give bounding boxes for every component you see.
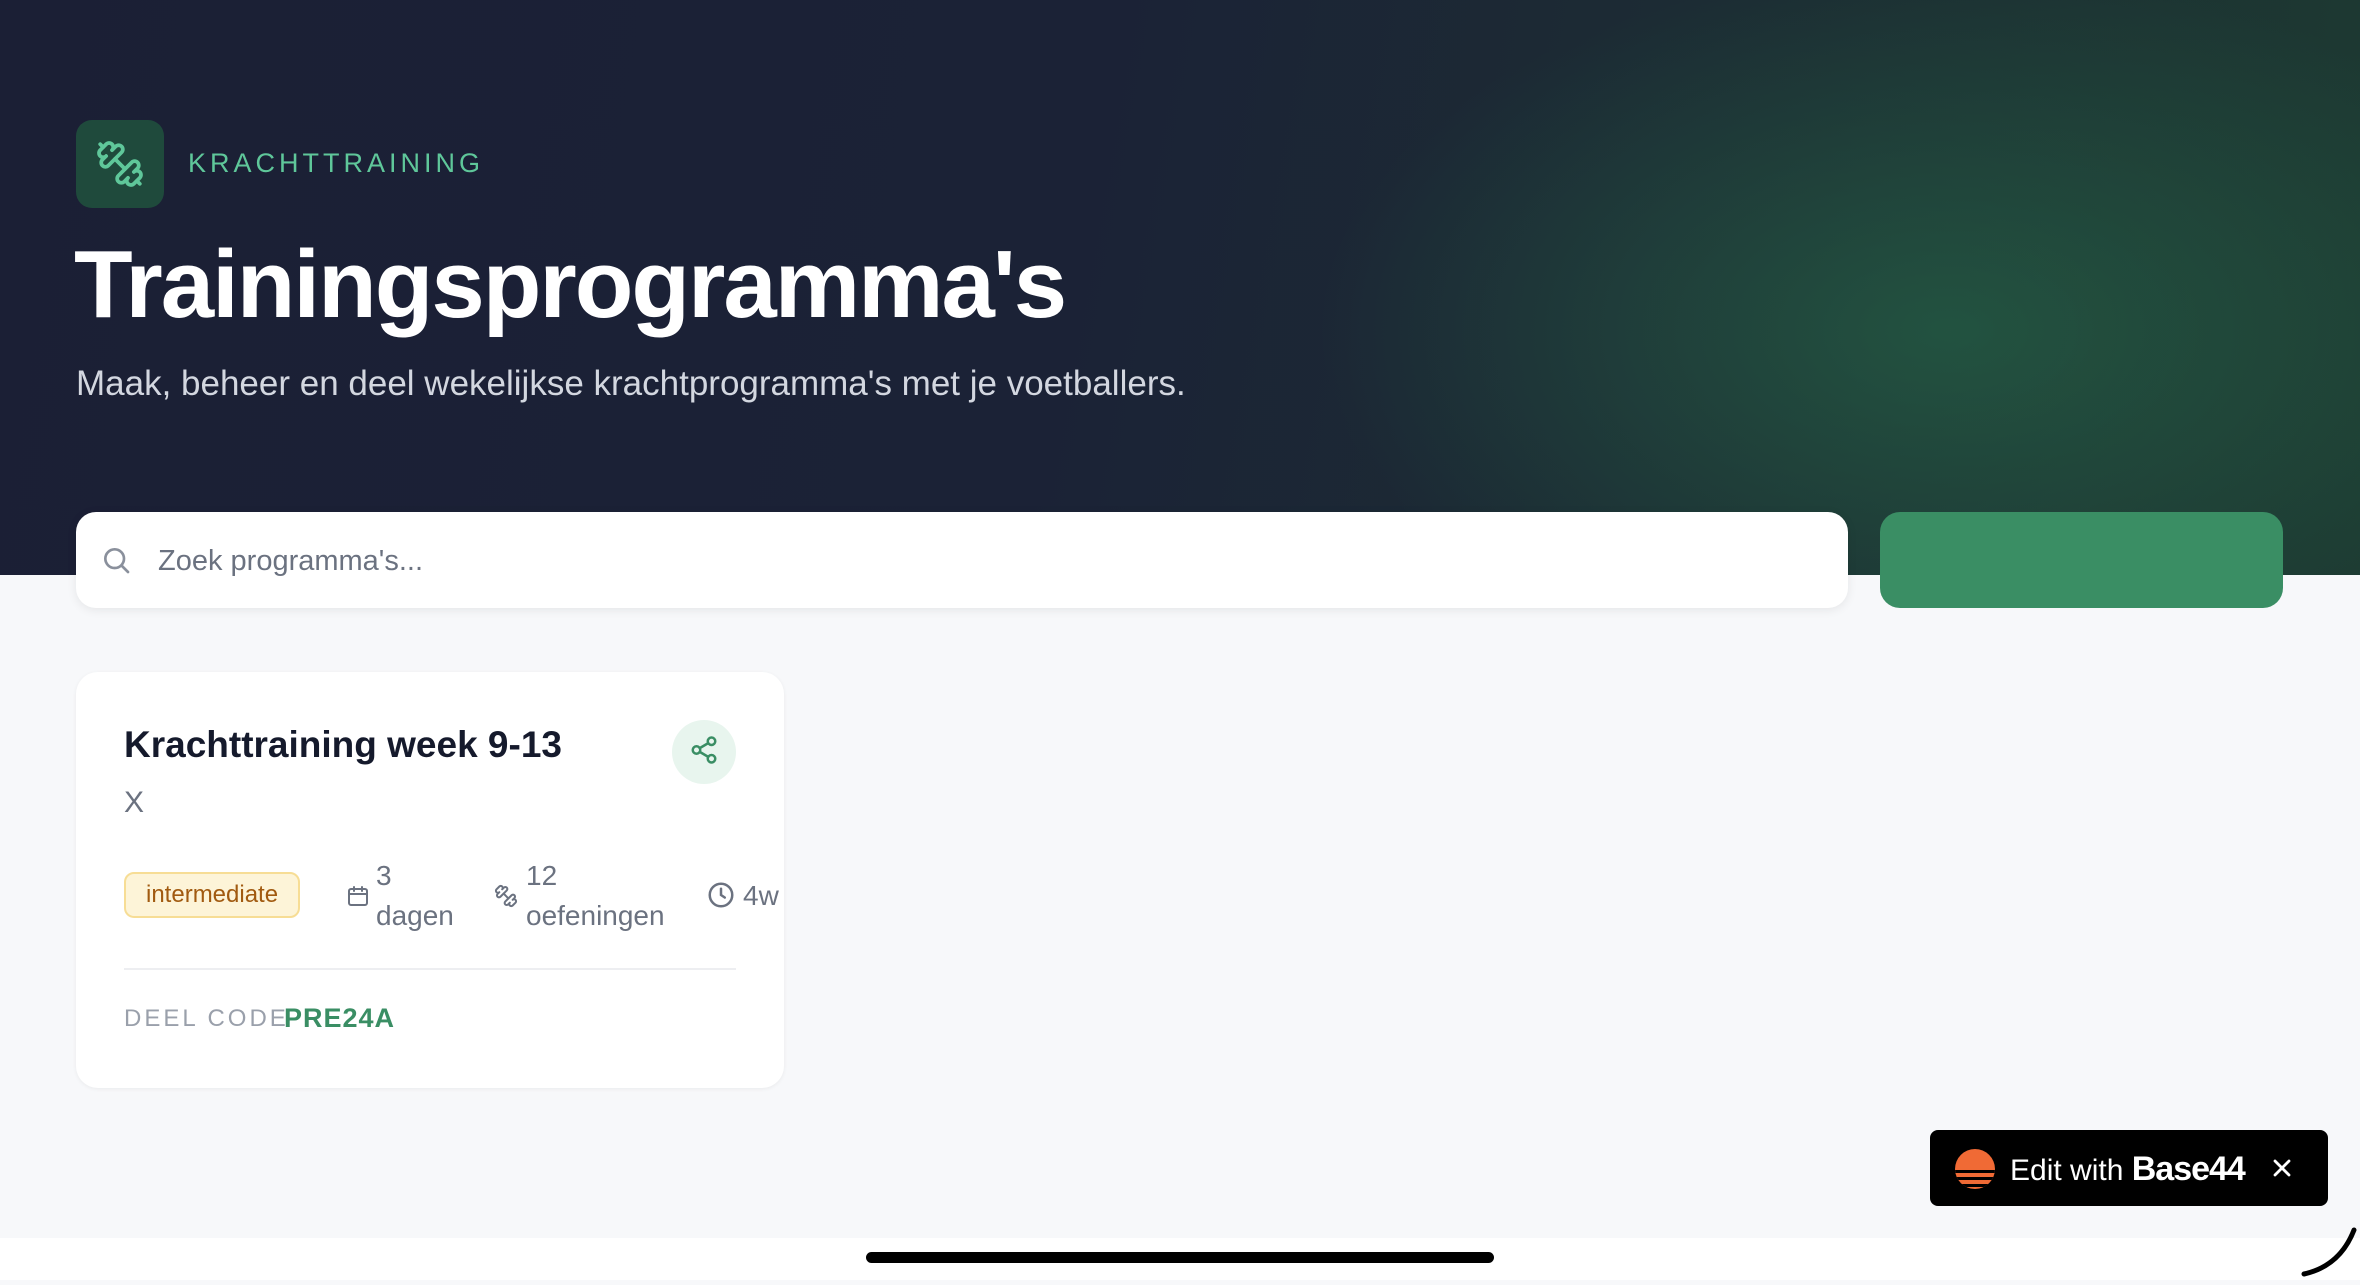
search-icon — [100, 544, 132, 581]
days-value: 3 — [376, 860, 392, 891]
share-code: PRE24A — [284, 1003, 396, 1033]
base44-logo-icon — [1954, 1148, 1996, 1195]
days-count: 3 dagen — [376, 856, 454, 936]
search-bar[interactable] — [76, 512, 1848, 608]
exercises-value: 12 — [526, 860, 558, 891]
edit-with-base44-badge[interactable]: Edit with Base44 — [1930, 1130, 2328, 1206]
new-program-button[interactable] — [1880, 512, 2283, 608]
exercises-unit: oefeningen — [526, 900, 665, 931]
hero-header: KRACHTTRAINING Trainingsprogramma's Maak… — [0, 0, 2360, 575]
close-icon[interactable] — [2268, 1154, 2296, 1187]
base44-prefix: Edit with — [2010, 1154, 2124, 1187]
program-title: Krachttraining week 9-13 — [124, 724, 562, 765]
brand-label: KRACHTTRAINING — [188, 148, 485, 178]
dumbbell-icon — [494, 884, 518, 913]
home-indicator[interactable] — [866, 1252, 1494, 1263]
page-subtitle: Maak, beheer en deel wekelijkse krachtpr… — [76, 364, 1186, 403]
days-unit: dagen — [376, 900, 454, 931]
share-button[interactable] — [672, 720, 736, 784]
weeks-duration: 4w — [743, 880, 779, 911]
program-description: X — [124, 786, 145, 819]
card-divider — [124, 968, 736, 970]
exercises-count: 12 oefeningen — [526, 856, 665, 936]
resize-handle-icon — [2300, 1222, 2360, 1285]
calendar-icon — [346, 884, 370, 913]
share-code-label: DEEL CODE — [124, 1005, 289, 1032]
page-title: Trainingsprogramma's — [74, 231, 1067, 338]
search-input[interactable] — [156, 532, 1820, 590]
share-icon — [689, 735, 719, 770]
level-badge: intermediate — [124, 872, 301, 918]
dumbbell-icon — [76, 120, 164, 208]
base44-brand: Base44 — [2131, 1150, 2246, 1188]
program-card[interactable]: Krachttraining week 9-13 X intermediate … — [76, 672, 784, 1088]
base44-text: Edit with Base44 — [2010, 1150, 2246, 1189]
clock-icon — [706, 880, 736, 915]
